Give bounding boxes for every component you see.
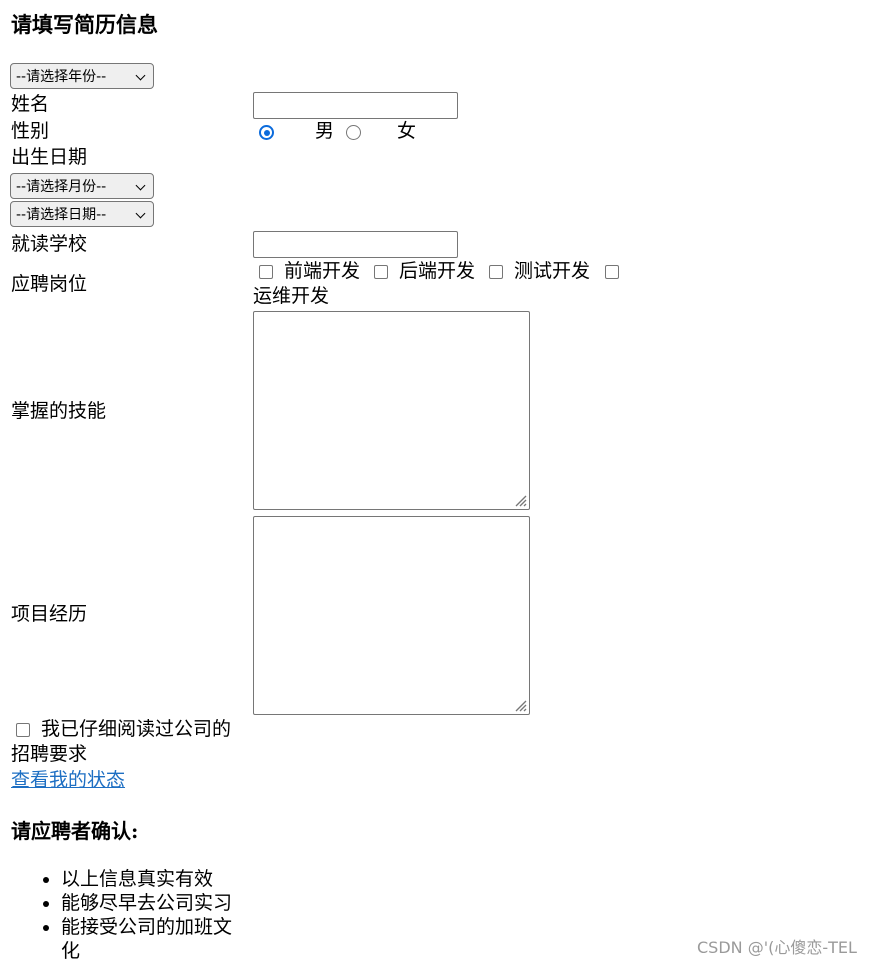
position-frontend-label: 前端开发 [284,260,361,282]
page-title: 请填写简历信息 [11,12,158,37]
school-input[interactable] [253,231,458,258]
projects-label: 项目经历 [11,603,88,625]
chevron-down-icon [136,210,145,219]
month-select[interactable]: --请选择月份-- [10,173,154,199]
school-label: 就读学校 [11,233,88,255]
gender-female-radio[interactable] [346,125,361,140]
list-item-continuation: 化 [61,940,81,962]
position-testing-label: 测试开发 [514,260,591,282]
list-bullet [43,901,49,907]
position-testing-checkbox[interactable] [489,265,503,279]
agree-label-line1: 我已仔细阅读过公司的 [41,718,232,740]
view-status-link[interactable]: 查看我的状态 [11,771,125,790]
list-item: 能接受公司的加班文 [61,916,233,938]
day-select[interactable]: --请选择日期-- [10,201,154,227]
agree-label-line2: 招聘要求 [11,743,88,765]
resize-grip-icon[interactable] [513,698,527,712]
projects-textarea[interactable] [253,516,530,715]
position-backend-checkbox[interactable] [374,265,388,279]
csdn-watermark: CSDN @'(心傻恋-TEL [697,938,857,957]
agree-checkbox[interactable] [16,723,30,737]
gender-male-radio[interactable] [259,125,274,140]
position-label: 应聘岗位 [11,273,88,295]
gender-label: 性别 [11,120,50,142]
skills-textarea[interactable] [253,311,530,510]
chevron-down-icon [136,72,145,81]
resize-grip-icon[interactable] [513,493,527,507]
year-select[interactable]: --请选择年份-- [10,63,154,89]
position-frontend-checkbox[interactable] [259,265,273,279]
year-select-value: --请选择年份-- [16,69,107,85]
skills-label: 掌握的技能 [11,400,107,422]
name-input[interactable] [253,92,458,119]
list-item: 以上信息真实有效 [61,868,214,890]
gender-female-label: 女 [397,120,417,142]
day-select-value: --请选择日期-- [16,207,107,223]
list-item: 能够尽早去公司实习 [61,892,233,914]
confirm-heading: 请应聘者确认: [11,819,139,843]
name-label: 姓名 [11,93,50,115]
birth-date-label: 出生日期 [11,146,88,168]
position-ops-label: 运维开发 [253,285,330,307]
gender-male-label: 男 [315,120,335,142]
position-backend-label: 后端开发 [399,260,476,282]
position-ops-checkbox[interactable] [605,265,619,279]
list-bullet [43,925,49,931]
chevron-down-icon [136,182,145,191]
list-bullet [43,877,49,883]
month-select-value: --请选择月份-- [16,179,107,195]
